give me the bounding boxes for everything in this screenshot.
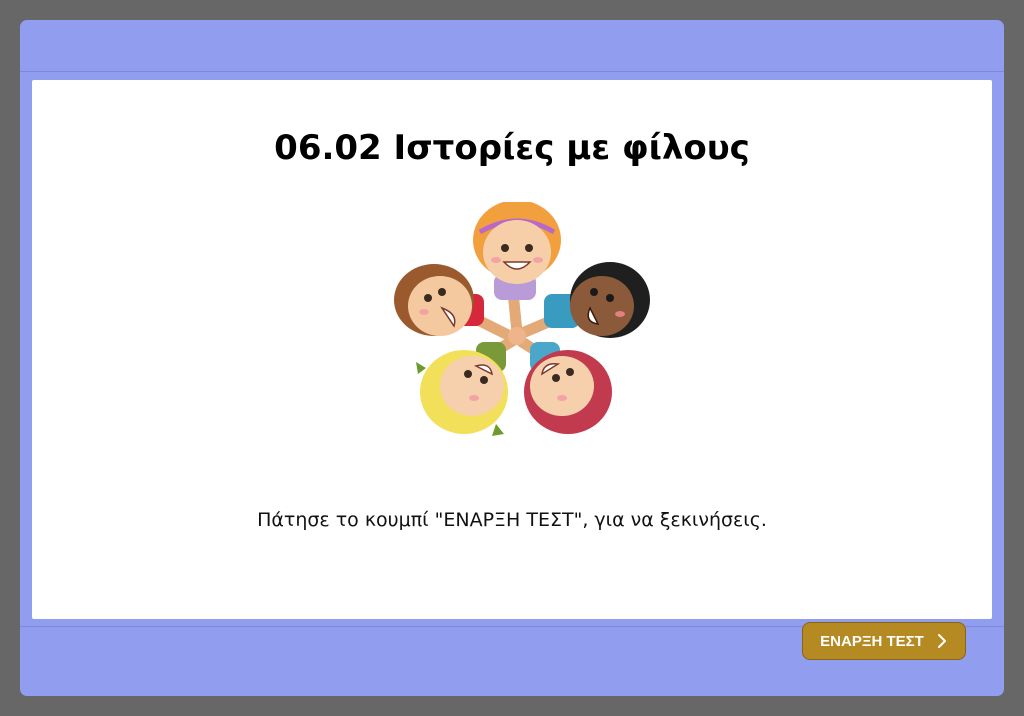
header-bar	[20, 20, 1004, 72]
start-test-button[interactable]: ΕΝΑΡΞΗ ΤΕΣΤ	[802, 622, 966, 660]
children-circle-illustration	[394, 202, 650, 436]
instruction-text: Πάτησε το κουμπί "ΕΝΑΡΞΗ ΤΕΣΤ", για να ξ…	[257, 509, 767, 531]
start-test-button-label: ΕΝΑΡΞΗ ΤΕΣΤ	[820, 632, 924, 650]
content-panel: 06.02 Ιστορίες με φίλους Πάτησε το κουμπ…	[32, 80, 992, 619]
chevron-right-icon	[937, 634, 946, 648]
quiz-window: 06.02 Ιστορίες με φίλους Πάτησε το κουμπ…	[20, 20, 1004, 696]
quiz-title: 06.02 Ιστορίες με φίλους	[274, 128, 750, 168]
